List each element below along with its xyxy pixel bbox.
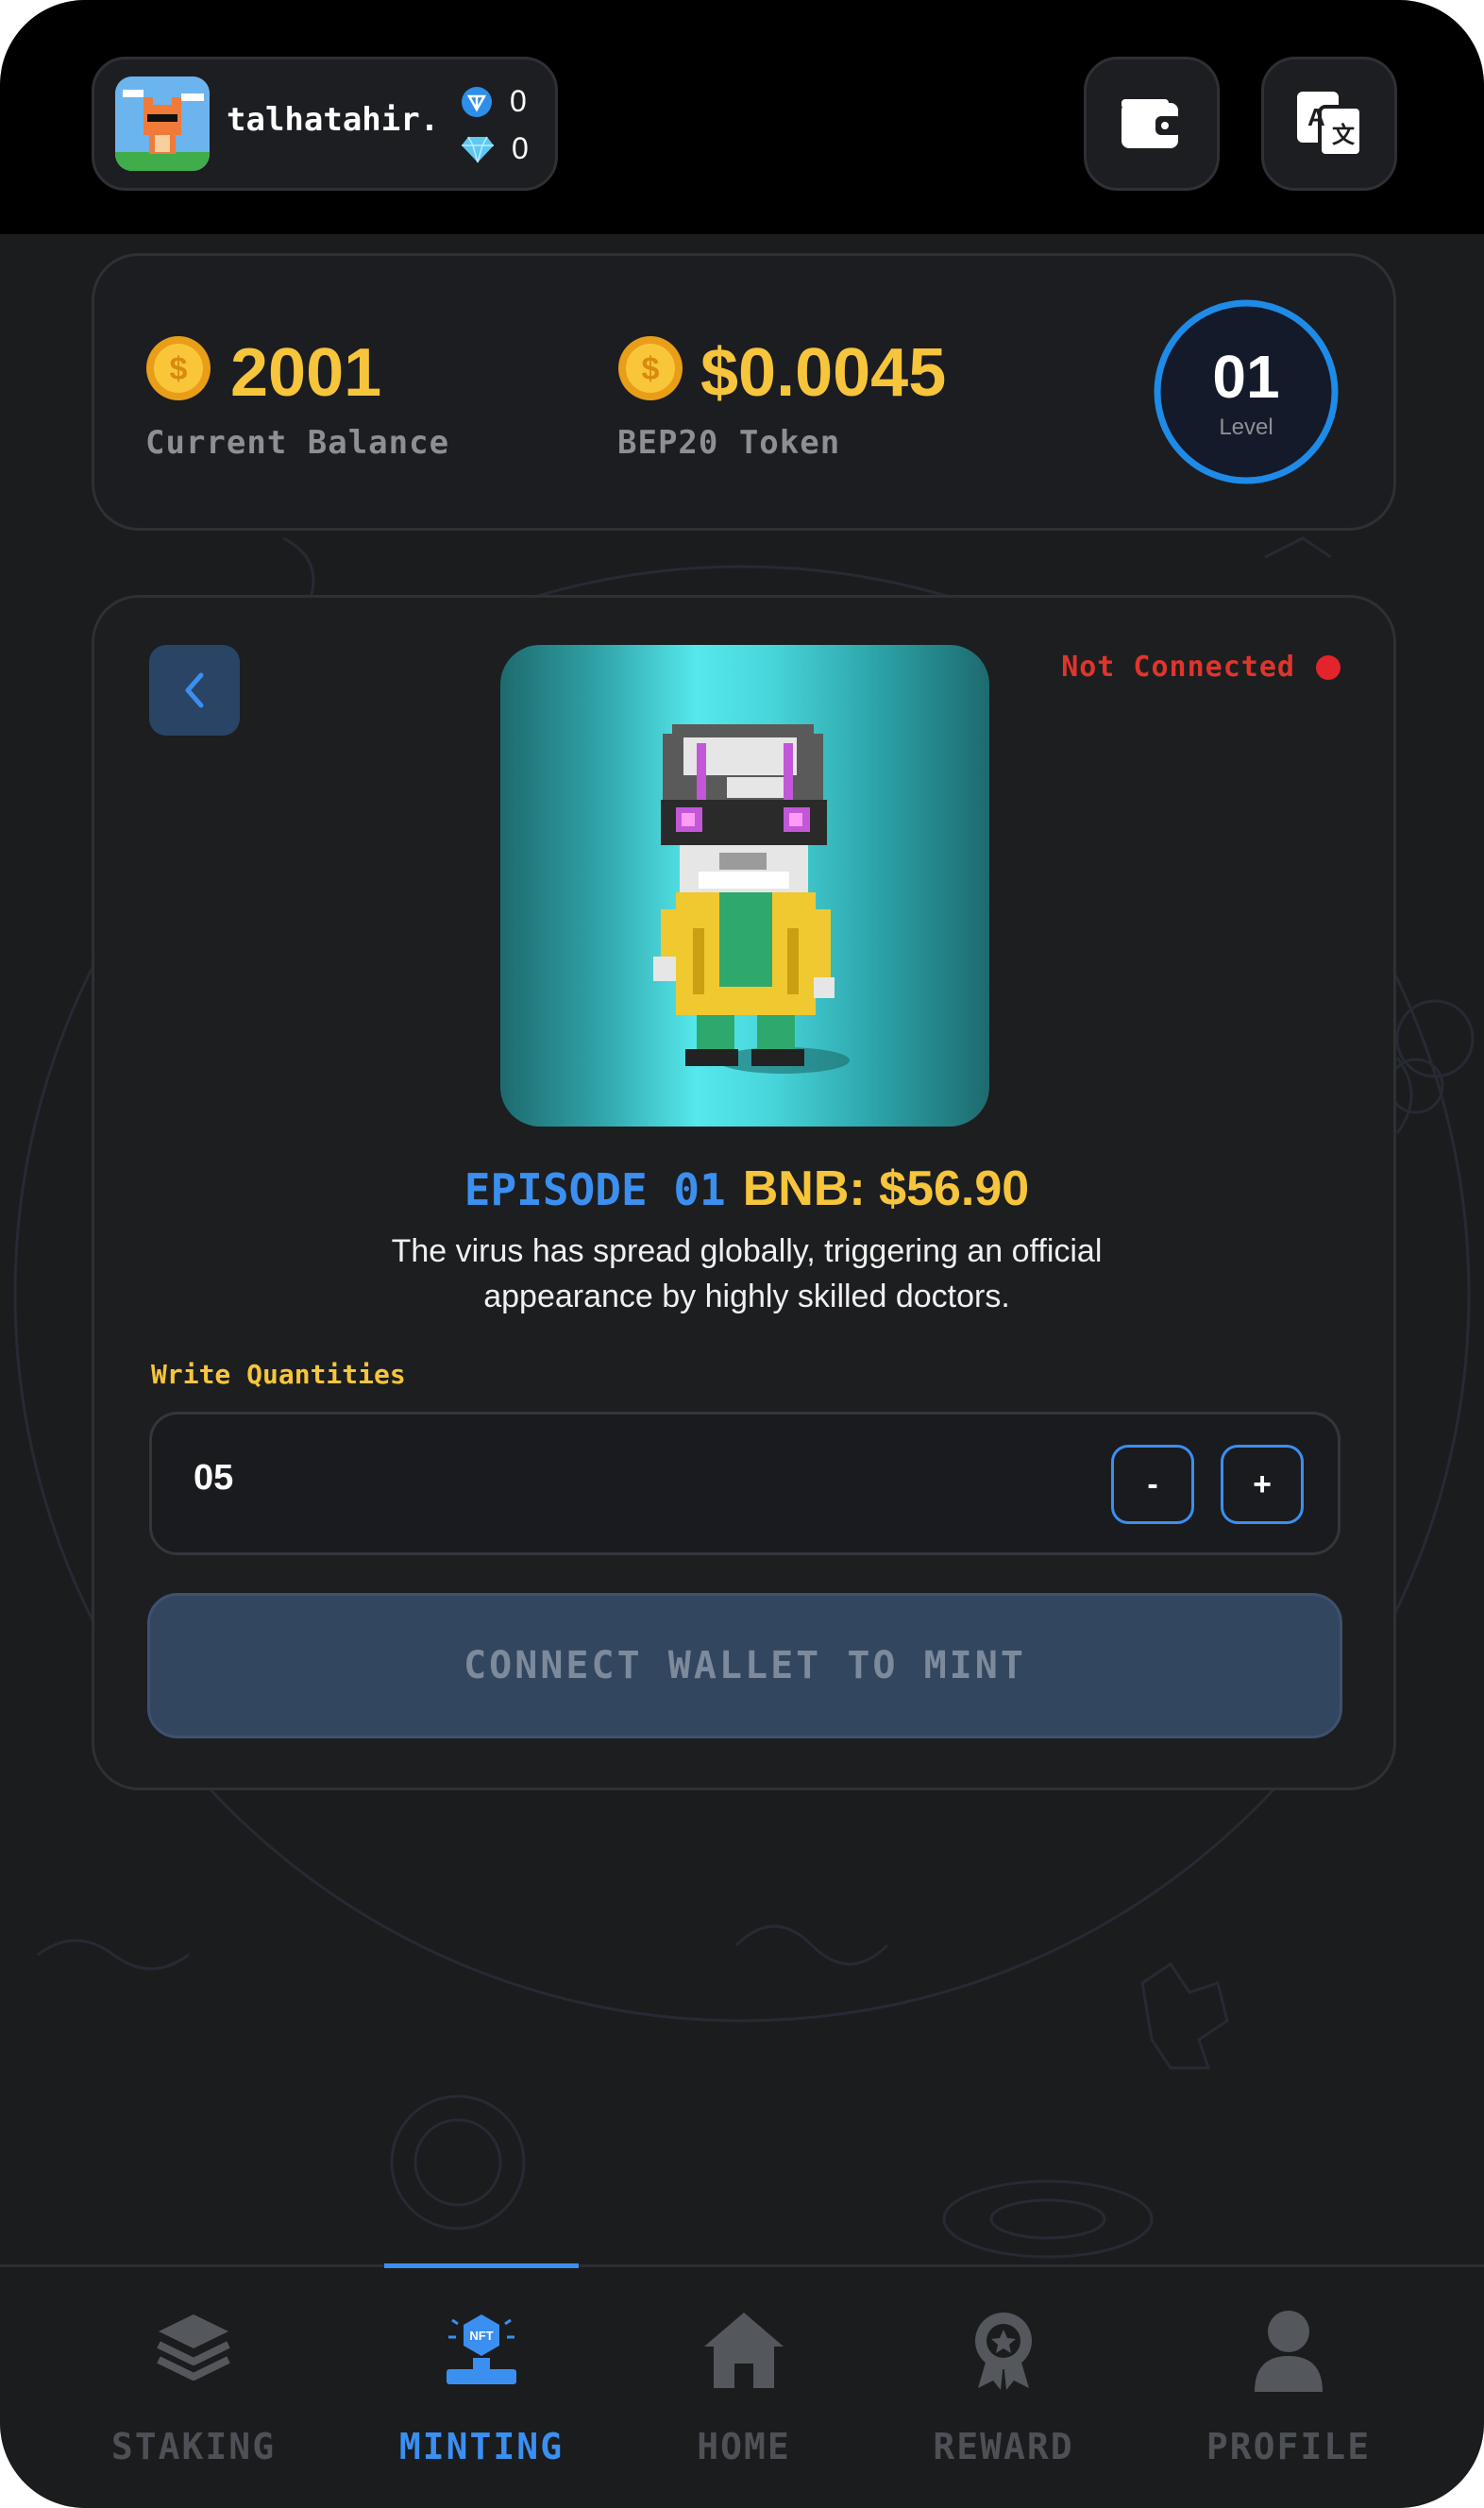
nav-item-staking[interactable]: STAKING [57,2267,330,2508]
token-value: $0.0045 [700,335,947,411]
current-balance-value: 2001 [230,335,382,411]
wallet-icon [1121,99,1182,148]
nav-item-home[interactable]: HOME [632,2267,855,2508]
nav-label-home: HOME [697,2426,791,2467]
diamond-balance-value: 0 [512,131,529,165]
quantity-label: Write Quantities [151,1359,406,1390]
nft-icon: NFT [447,2314,516,2384]
reward-icon [975,2313,1032,2390]
current-balance-label: Current Balance [145,424,450,462]
episode-title: EPISODE 01 [464,1164,726,1215]
cat-avatar-image [115,76,210,171]
user-chip[interactable]: talhatahir... 0 0 [92,57,558,191]
ton-balance-row: 0 [461,84,527,119]
svg-text:A: A [1307,103,1325,131]
level-value: 01 [1212,343,1280,411]
bottom-navigation: STAKING NFT MINTING HOME REWARD PROFILE [0,2263,1484,2508]
connection-status: Not Connected [1061,651,1341,684]
wallet-button[interactable] [1084,57,1220,191]
increment-button[interactable]: + [1221,1445,1304,1524]
balance-card: $ 2001 Current Balance $ $0.0045 BEP20 T… [92,253,1396,531]
profile-icon [1255,2311,1323,2392]
gold-coin-icon: $ [146,336,211,400]
nav-item-reward[interactable]: REWARD [876,2267,1131,2508]
diamond-icon [462,136,494,162]
home-icon [704,2313,784,2388]
nav-label-reward: REWARD [933,2426,1074,2467]
pixel-doctor-character [653,724,850,1074]
decrement-button[interactable]: - [1111,1445,1194,1524]
ton-balance-value: 0 [510,84,527,118]
nft-image [500,645,989,1127]
token-label: BEP20 Token [617,424,841,462]
svg-text:NFT: NFT [469,2329,493,2343]
nft-description: The virus has spread globally, triggerin… [340,1229,1154,1319]
language-button[interactable]: A 文 [1261,57,1397,191]
level-label: Level [1219,415,1273,440]
status-dot [1316,654,1341,680]
mint-card: Not Connected EPISODE 01 BNB: $56.90 The… [92,595,1396,1790]
level-indicator: 01 Level [1152,297,1341,486]
ton-coin-icon [462,86,492,117]
description-line-2: appearance by highly skilled doctors. [483,1279,1010,1314]
nft-title-row: EPISODE 01 BNB: $56.90 [94,1164,1399,1213]
username: talhatahir... [227,101,442,139]
app-screen: talhatahir... 0 0 [0,0,1484,2508]
nav-label-minting: MINTING [398,2426,565,2467]
svg-text:$: $ [170,351,188,387]
nft-price: BNB: $56.90 [742,1161,1030,1216]
nav-label-staking: STAKING [110,2426,277,2467]
svg-text:文: 文 [1332,122,1356,148]
top-bar: talhatahir... 0 0 [0,0,1484,234]
nav-item-profile[interactable]: PROFILE [1152,2267,1425,2508]
quantity-stepper: - + [149,1412,1341,1555]
chevron-left-icon [185,672,204,708]
svg-text:$: $ [642,351,660,387]
nav-label-profile: PROFILE [1206,2426,1372,2467]
back-button[interactable] [149,645,240,736]
description-line-1: The virus has spread globally, triggerin… [391,1233,1103,1269]
connection-status-text: Not Connected [1061,651,1295,684]
connect-wallet-to-mint-button[interactable]: CONNECT WALLET TO MINT [147,1593,1342,1738]
avatar [115,76,210,171]
nav-item-minting[interactable]: NFT MINTING [351,2267,612,2508]
diamond-balance-row: 0 [461,131,529,166]
layers-icon [157,2314,230,2381]
token-coin-icon: $ [618,336,683,400]
translate-icon: A 文 [1297,92,1363,158]
quantity-input[interactable] [194,1458,666,1499]
